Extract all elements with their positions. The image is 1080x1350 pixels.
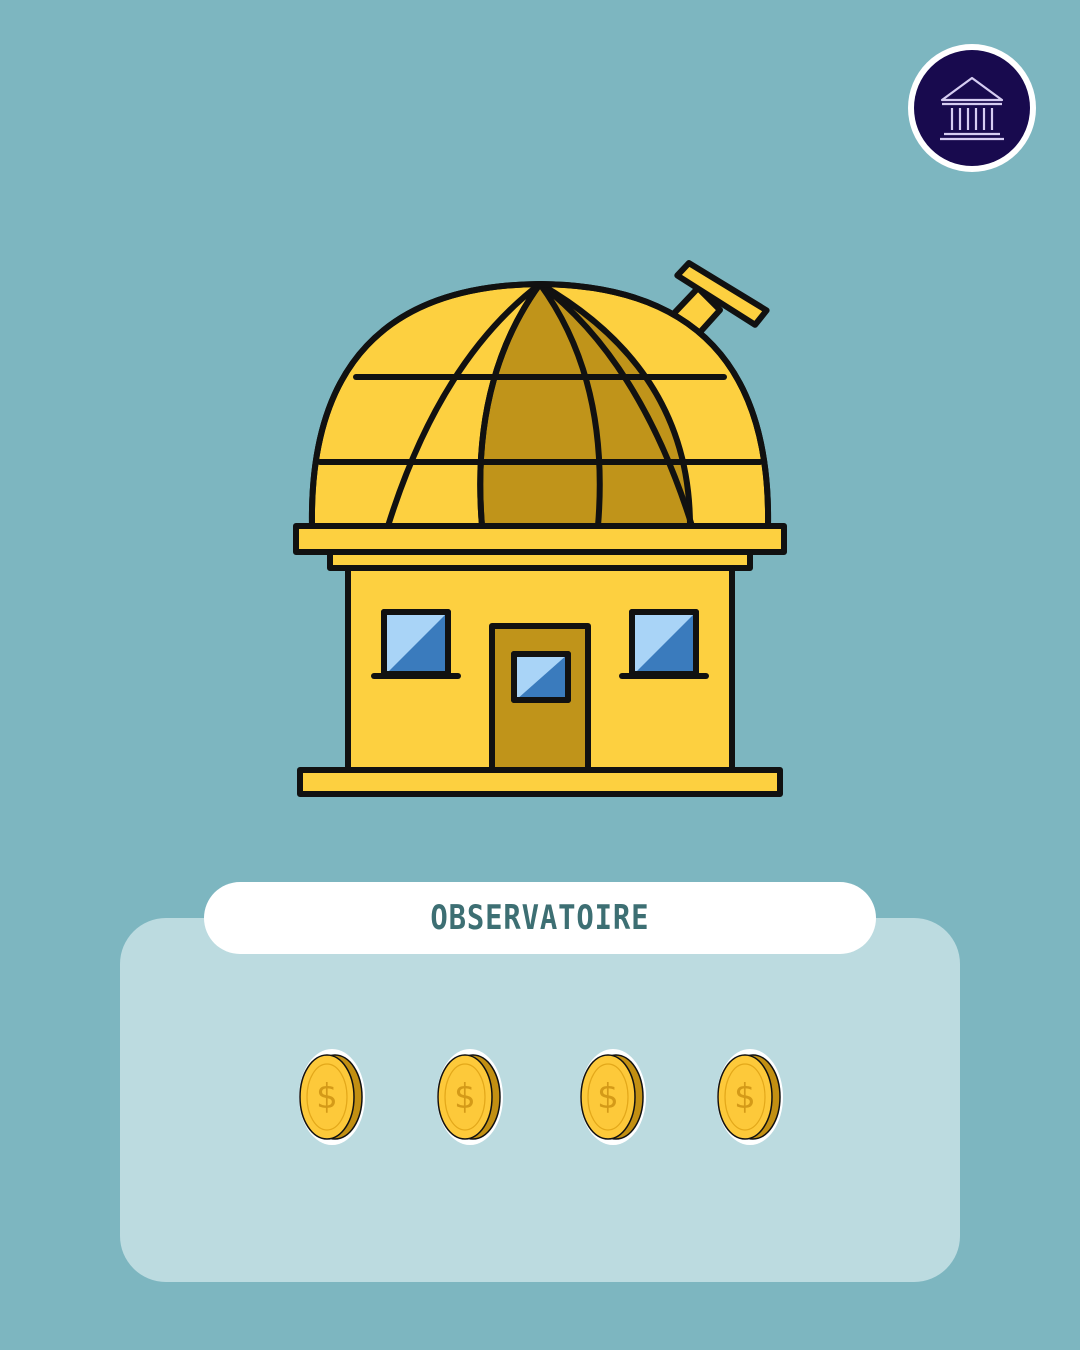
dollar-coin-icon: $ xyxy=(437,1049,503,1145)
building-title: OBSERVATOIRE xyxy=(430,898,650,938)
svg-text:$: $ xyxy=(454,1077,476,1117)
observatory-icon xyxy=(293,260,787,797)
svg-text:$: $ xyxy=(597,1077,619,1117)
museum-icon xyxy=(940,76,1004,141)
dollar-coin-icon: $ xyxy=(580,1049,646,1145)
observatory-illustration xyxy=(290,240,790,810)
museum-badge-inner xyxy=(914,50,1030,166)
building-card xyxy=(120,918,960,1282)
dollar-coin-icon: $ xyxy=(717,1049,783,1145)
museum-badge xyxy=(908,44,1036,172)
dollar-coin-icon: $ xyxy=(299,1049,365,1145)
building-title-pill: OBSERVATOIRE xyxy=(204,882,876,954)
svg-text:$: $ xyxy=(316,1077,338,1117)
svg-text:$: $ xyxy=(734,1077,756,1117)
